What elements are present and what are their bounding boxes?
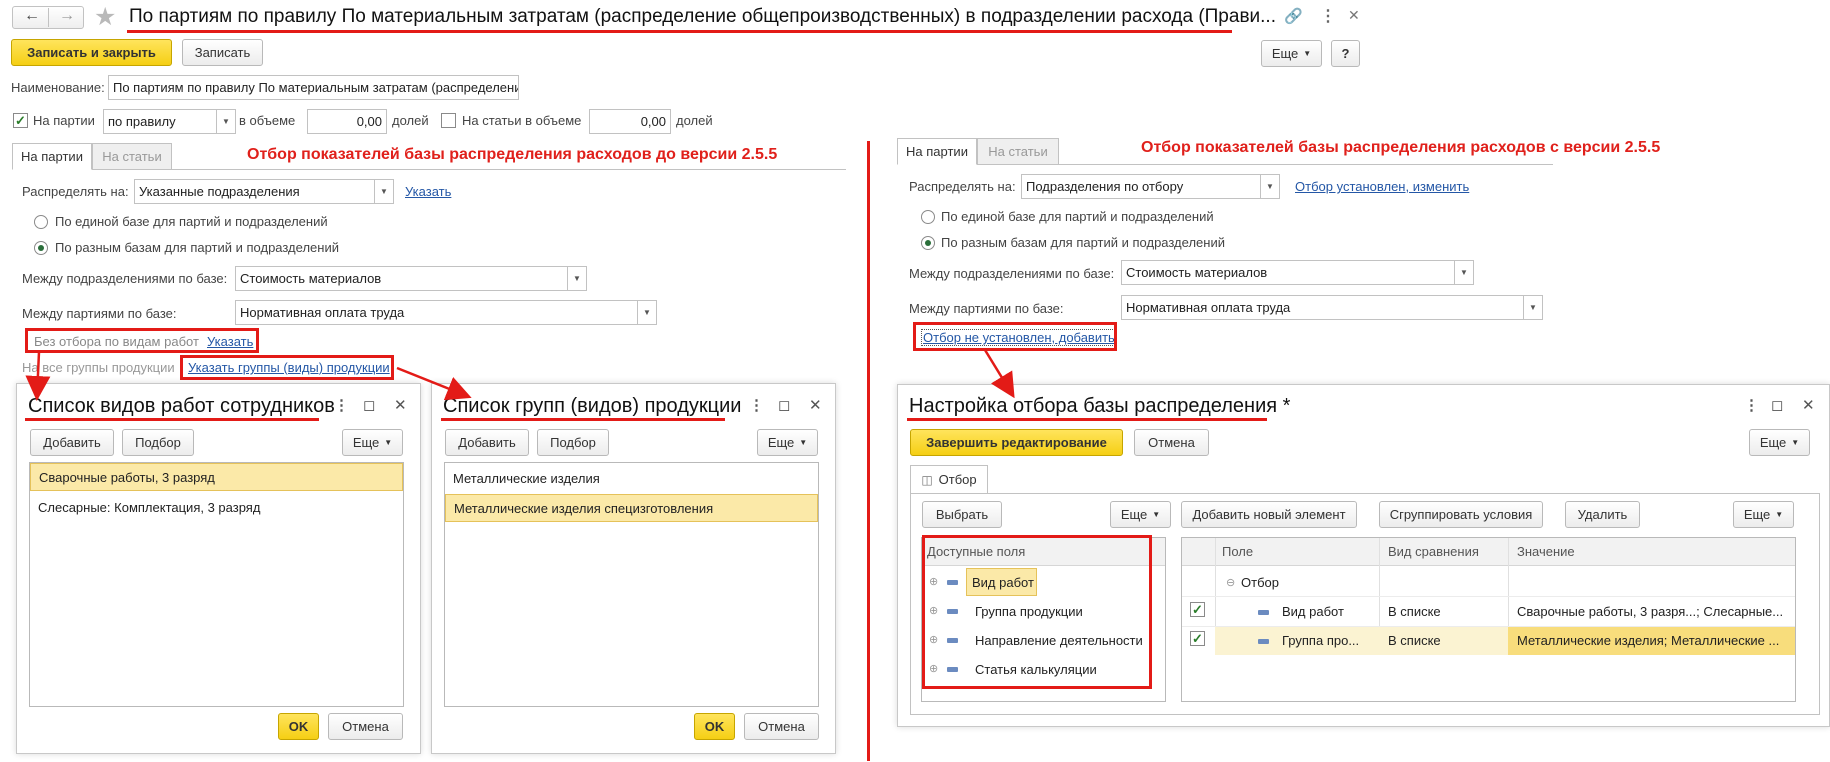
arrow-to-filter-window (983, 349, 1015, 399)
annotation-arrows (25, 349, 1015, 401)
arrow-to-work-types (25, 351, 51, 401)
arrow-to-groups (396, 366, 472, 401)
